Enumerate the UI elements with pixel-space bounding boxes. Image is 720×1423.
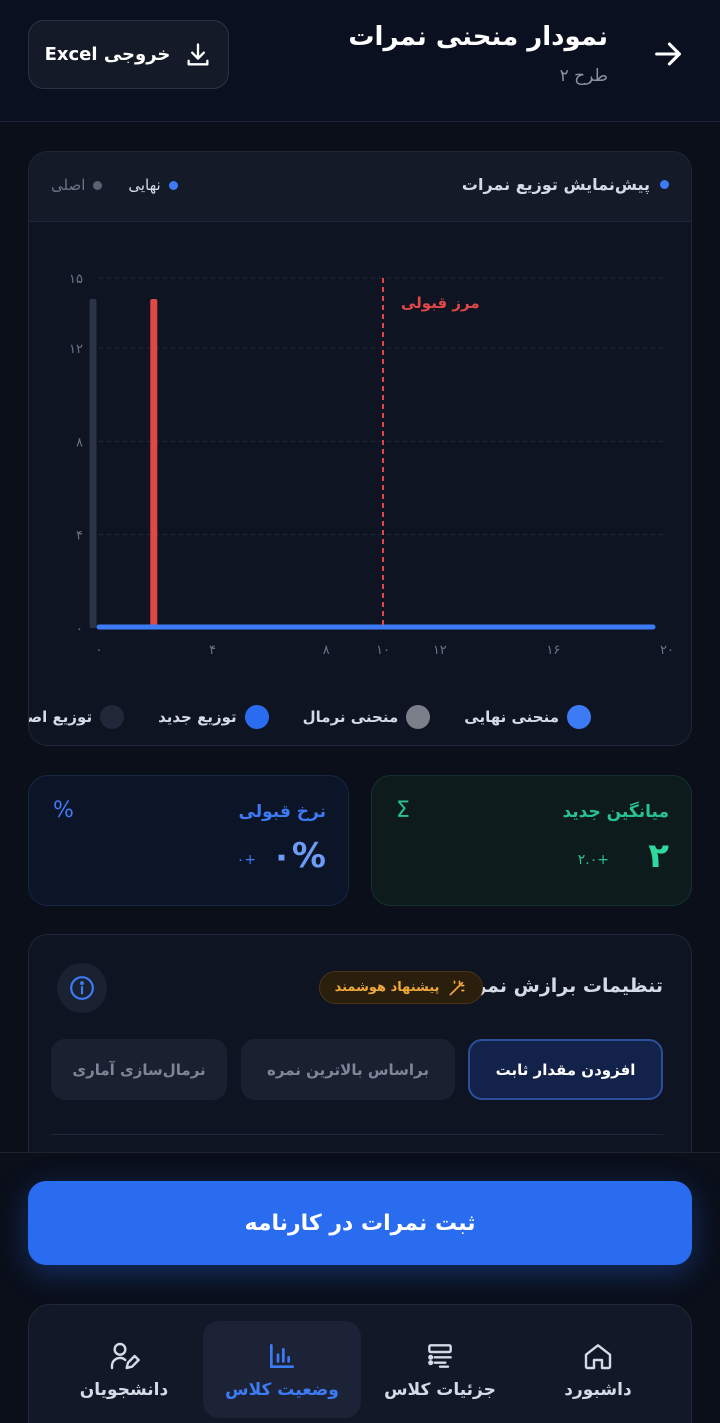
bar-original xyxy=(89,299,97,628)
toggle-original[interactable]: اصلی xyxy=(51,176,103,194)
info-icon xyxy=(70,976,94,1000)
y-tick-label: ۱۵ xyxy=(69,272,83,287)
students-icon xyxy=(110,1342,140,1369)
legend-original-label: توزیع اصلی xyxy=(28,708,93,726)
legend-normal-swatch xyxy=(406,705,431,729)
page-subtitle: طرح ۲ xyxy=(559,66,608,86)
smart-suggestion-button[interactable]: پیشنهاد هوشمند xyxy=(319,971,483,1004)
title-dot-icon xyxy=(660,180,669,189)
nav-item-class-status[interactable]: وضعیت کلاس xyxy=(203,1321,361,1418)
stat-pass-value: ۰% xyxy=(271,836,326,876)
legend-new-swatch xyxy=(244,705,269,729)
method-highest-score-button[interactable]: براساس بالاترین نمره xyxy=(241,1039,455,1100)
sigma-icon: Σ xyxy=(396,798,410,823)
x-tick-label: ۸ xyxy=(323,643,330,658)
legend-item-final: منحنی نهایی xyxy=(464,705,591,729)
y-tick-label: ۴ xyxy=(76,529,83,544)
stat-card-pass-rate: نرخ قبولی % ۰% +۰ xyxy=(28,775,349,906)
bottom-navigation: داشبورد جزئیات کلاس وضعیت کلاس دانشجویان xyxy=(28,1304,692,1423)
smart-suggestion-label: پیشنهاد هوشمند xyxy=(334,980,440,995)
toggle-final-dot-icon xyxy=(168,180,178,190)
stat-avg-value: ۲ xyxy=(648,836,669,876)
toggle-original-dot-icon xyxy=(93,180,103,190)
legend-original-swatch xyxy=(100,705,125,729)
y-tick-label: ۰ xyxy=(76,622,83,637)
x-tick-label: ۱۲ xyxy=(433,643,447,658)
chart-card-title-text: پیش‌نمایش توزیع نمرات xyxy=(461,175,650,194)
stat-pass-label: نرخ قبولی xyxy=(238,802,326,822)
x-tick-label: ۴ xyxy=(209,643,216,658)
nav-item-dashboard[interactable]: داشبورد xyxy=(519,1321,677,1418)
download-icon xyxy=(187,42,209,65)
toggle-final[interactable]: نهایی xyxy=(128,176,178,194)
stat-avg-delta: +۲.۰ xyxy=(577,852,609,868)
export-excel-label: خروجی Excel xyxy=(44,44,171,65)
pass-threshold-label: مرز قبولی xyxy=(401,294,480,312)
toggle-final-label: نهایی xyxy=(128,176,161,194)
app-header: نمودار منحنی نمرات طرح ۲ خروجی Excel xyxy=(0,0,720,122)
legend-new-label: توزیع جدید xyxy=(158,708,237,726)
class-details-icon xyxy=(428,1343,452,1368)
nav-item-students[interactable]: دانشجویان xyxy=(45,1321,203,1418)
x-tick-label: ۱۰ xyxy=(376,643,390,658)
method-normalization-button[interactable]: نرمال‌سازی آماری xyxy=(51,1039,227,1100)
bar-chart-icon xyxy=(270,1343,294,1368)
series-toggles: نهایی اصلی xyxy=(51,176,178,194)
chart-legend: منحنی نهایی منحنی نرمال توزیع جدید توزیع… xyxy=(29,702,691,732)
legend-normal-label: منحنی نرمال xyxy=(302,708,399,726)
nav-label-class-status: وضعیت کلاس xyxy=(225,1379,339,1400)
settings-divider xyxy=(51,1134,663,1135)
x-tick-label: ۰ xyxy=(96,643,103,658)
chart-card-header: پیش‌نمایش توزیع نمرات نهایی اصلی xyxy=(29,152,691,222)
settings-title: تنظیمات برازش نمره xyxy=(464,975,663,997)
arrow-right-icon xyxy=(655,42,681,66)
bar-new xyxy=(150,299,158,628)
legend-final-label: منحنی نهایی xyxy=(464,708,559,726)
nav-label-class-details: جزئیات کلاس xyxy=(384,1379,496,1400)
x-tick-label: ۲۰ xyxy=(660,643,674,658)
page-title: نمودار منحنی نمرات xyxy=(348,22,608,52)
y-tick-label: ۸ xyxy=(76,435,83,450)
legend-item-new: توزیع جدید xyxy=(158,705,269,729)
toggle-original-label: اصلی xyxy=(51,176,86,194)
distribution-chart: ۰ ۴ ۸ ۱۲ ۱۵ ۰ ۴ ۸ ۱۰ ۱۲ ۱۶ ۲۰ مرز قبولی xyxy=(69,272,674,658)
stat-pass-delta: +۰ xyxy=(236,852,256,868)
stat-card-new-average: میانگین جدید Σ ۲ +۲.۰ xyxy=(371,775,692,906)
home-icon xyxy=(584,1343,612,1369)
chart-card-title: پیش‌نمایش توزیع نمرات xyxy=(462,175,669,194)
legend-final-swatch xyxy=(567,705,591,729)
info-button[interactable] xyxy=(57,963,107,1013)
export-excel-button[interactable]: خروجی Excel xyxy=(28,20,229,89)
nav-label-students: دانشجویان xyxy=(79,1379,169,1400)
percent-icon: % xyxy=(53,798,74,823)
stat-avg-label: میانگین جدید xyxy=(562,802,669,822)
x-tick-label: ۱۶ xyxy=(546,643,560,658)
submit-grades-button[interactable]: ثبت نمرات در کارنامه xyxy=(28,1181,692,1265)
chart-card: پیش‌نمایش توزیع نمرات نهایی اصلی ۰ ۴ ۸ ۱۲ ۱۵… xyxy=(28,151,692,746)
back-button[interactable] xyxy=(646,32,690,76)
legend-item-original: توزیع اصلی xyxy=(28,705,125,729)
nav-item-class-details[interactable]: جزئیات کلاس xyxy=(361,1321,519,1418)
nav-label-dashboard: داشبورد xyxy=(564,1379,632,1400)
y-tick-label: ۱۲ xyxy=(69,342,83,357)
legend-item-normal: منحنی نرمال xyxy=(303,705,431,729)
method-add-constant-button[interactable]: افزودن مقدار ثابت xyxy=(468,1039,663,1100)
magic-wand-icon xyxy=(449,980,465,995)
